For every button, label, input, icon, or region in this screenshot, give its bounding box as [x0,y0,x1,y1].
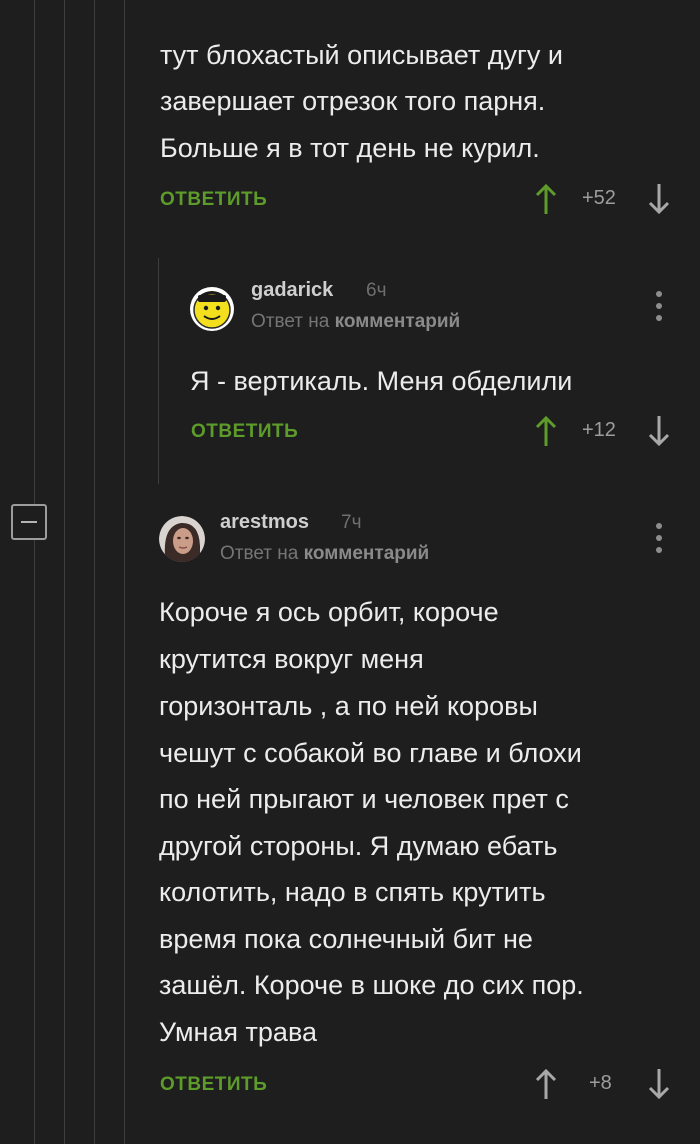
comment-text-line: тут блохастый описывает дугу и [160,40,563,70]
thread-guide-line [64,0,65,1144]
username[interactable]: arestmos [220,511,309,534]
comment-text-line: горизонталь , а по ней коровы [159,691,538,721]
more-options-icon[interactable] [651,521,667,555]
vote-controls: +8 [534,1066,679,1102]
reply-to-prefix: Ответ на [220,543,299,564]
downvote-arrow-icon[interactable] [647,181,671,217]
comment-text-line: Умная трава [159,1017,318,1047]
comment-time: 7ч [341,512,362,533]
vote-controls: +52 [534,181,679,217]
comment-text-line: крутится вокруг меня [159,644,424,674]
reply-to-link[interactable]: комментарий [304,543,430,564]
comment-text-line: завершает отрезок того парня. [160,86,546,116]
reply-thread-line [158,258,159,484]
comment-text-line: Больше я в тот день не курил. [160,133,540,163]
downvote-arrow-icon[interactable] [647,1066,671,1102]
downvote-arrow-icon[interactable] [647,413,671,449]
rating-count: +8 [589,1072,612,1094]
comment-text-line: колотить, надо в спять крутить [159,877,546,907]
upvote-arrow-icon[interactable] [534,181,558,217]
comment-text-clipped-line [160,0,580,20]
reply-button[interactable]: ОТВЕТИТЬ [160,189,267,211]
thread-guide-line [94,0,95,1144]
reply-button[interactable]: ОТВЕТИТЬ [191,421,298,443]
username[interactable]: gadarick [251,279,333,302]
reply-to-link[interactable]: комментарий [335,311,461,332]
comment-text-line: зашёл. Короче в шоке до сих пор. [159,970,584,1000]
reply-to-prefix: Ответ на [251,311,330,332]
upvote-arrow-icon[interactable] [534,1066,558,1102]
thread-guide-line [34,0,35,1144]
comment-text-line: Короче я ось орбит, короче [159,597,499,627]
more-options-icon[interactable] [651,289,667,323]
smiley-avatar-icon [190,287,234,331]
thread-guide-line [124,0,125,1144]
comment-text-line: время пока солнечный бит не [159,924,533,954]
user-photo-avatar-icon [159,516,205,562]
avatar[interactable] [159,516,205,562]
avatar[interactable] [189,286,235,332]
rating-count: +52 [582,187,616,209]
reply-to-info: Ответ на комментарий [251,311,460,333]
comment-text-line: Я - вертикаль. Меня обделили [190,366,573,396]
reply-to-info: Ответ на комментарий [220,543,429,565]
comment-time: 6ч [366,280,387,301]
reply-button[interactable]: ОТВЕТИТЬ [160,1074,267,1096]
rating-count: +12 [582,419,616,441]
upvote-arrow-icon[interactable] [534,413,558,449]
comment-text-line: чешут с собакой во главе и блохи [159,738,582,768]
comment-text-line: другой стороны. Я думаю ебать [159,831,558,861]
vote-controls: +12 [534,413,679,449]
collapse-thread-button[interactable] [11,504,47,540]
comment-text-line: по ней прыгают и человек прет с [159,784,569,814]
